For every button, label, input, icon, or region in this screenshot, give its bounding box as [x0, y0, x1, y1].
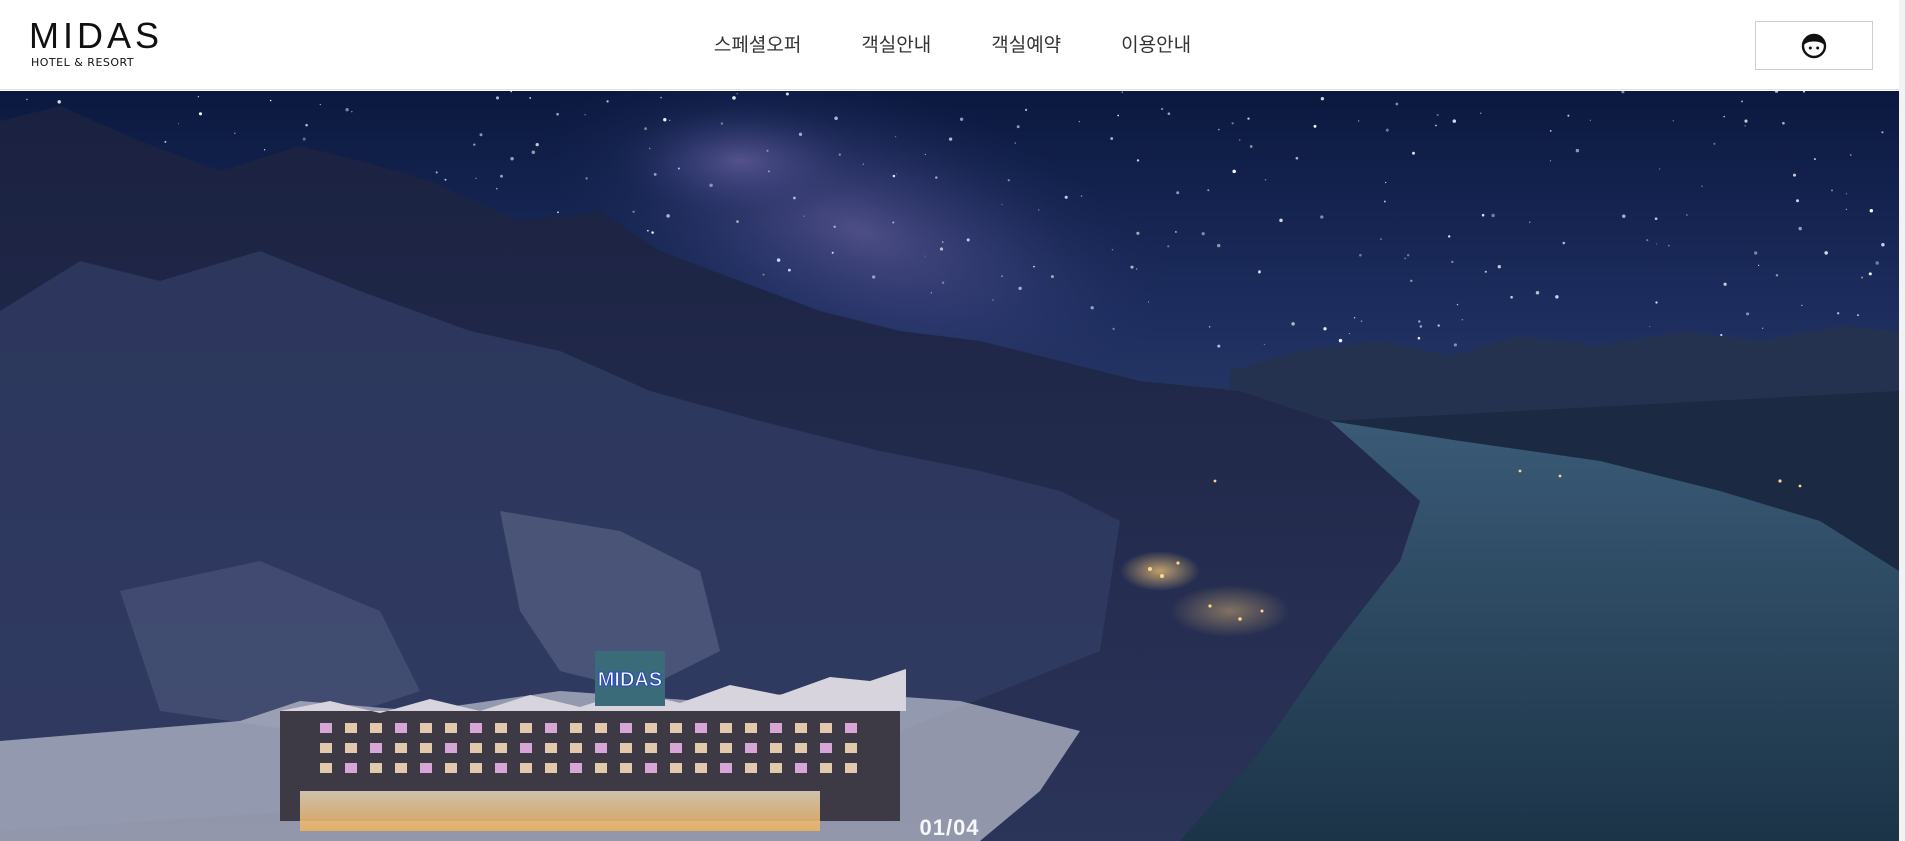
nav-usage-guide[interactable]: 이용안내 [1121, 27, 1191, 63]
logo-wordmark: MIDAS [29, 15, 164, 56]
logo-subtitle: HOTEL & RESORT [31, 56, 135, 69]
user-face-icon [1801, 33, 1827, 58]
nav-special-offer[interactable]: 스페셜오퍼 [714, 27, 801, 63]
hero-slider: MIDAS 01/04 [0, 91, 1899, 841]
slide-counter: 01/04 [0, 815, 1899, 841]
nav-room-reservation[interactable]: 객실예약 [991, 27, 1061, 63]
building-sign: MIDAS [598, 669, 662, 691]
logo[interactable]: MIDAS HOTEL & RESORT [29, 18, 161, 74]
slide-current: 01 [919, 815, 946, 840]
slide-separator: / [945, 815, 954, 840]
hero-image: MIDAS [0, 91, 1899, 841]
nav-room-info[interactable]: 객실안내 [861, 27, 931, 63]
user-button[interactable] [1755, 21, 1873, 70]
page-scrollbar[interactable] [1899, 0, 1905, 841]
main-nav: 스페셜오퍼 객실안내 객실예약 이용안내 [0, 0, 1905, 90]
slide-total: 04 [953, 815, 980, 840]
site-header: MIDAS HOTEL & RESORT 스페셜오퍼 객실안내 객실예약 이용안… [0, 0, 1905, 90]
page: MIDAS HOTEL & RESORT 스페셜오퍼 객실안내 객실예약 이용안… [0, 0, 1905, 841]
